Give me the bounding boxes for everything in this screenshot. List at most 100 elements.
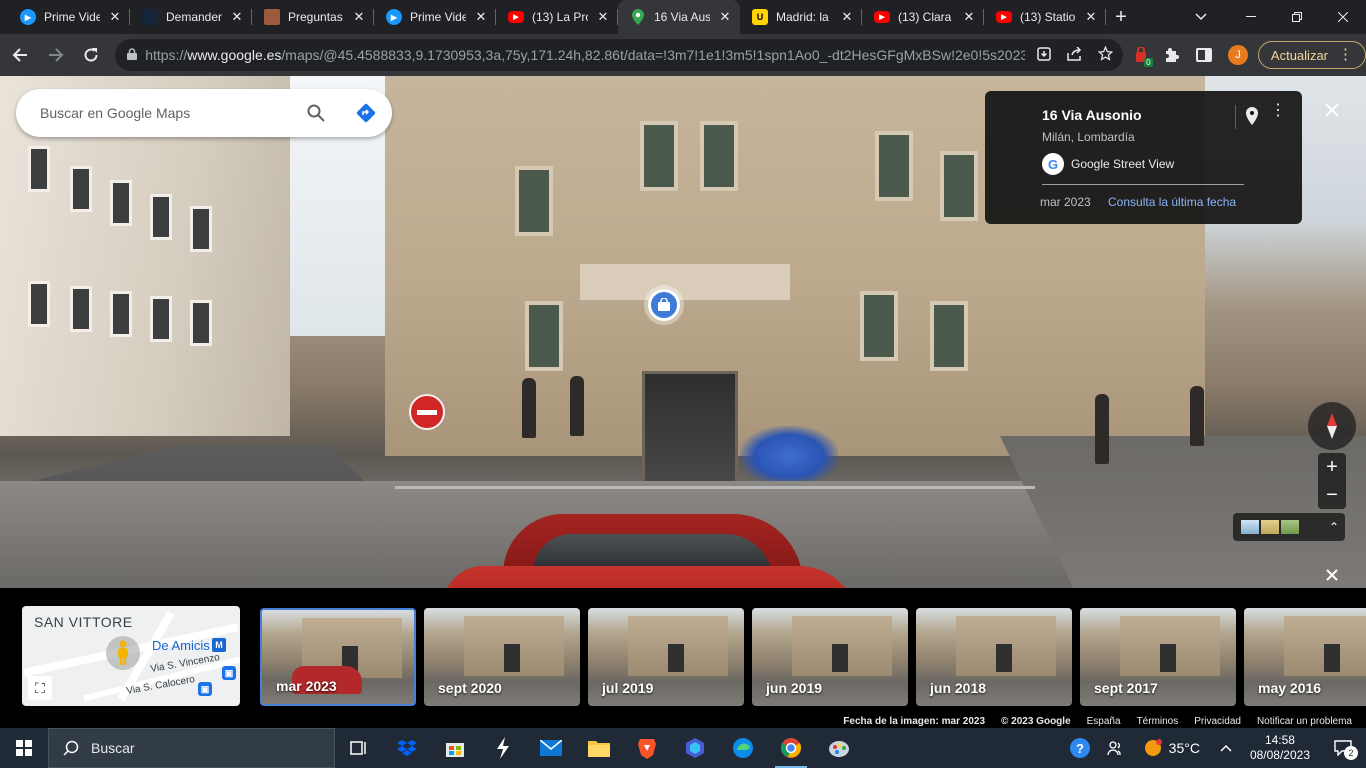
bolt-app[interactable] [479, 728, 527, 768]
timeline-date-label: sept 2020 [438, 680, 502, 696]
close-tab-icon[interactable]: ✕ [962, 9, 976, 25]
help-tray-item[interactable]: ? [1061, 728, 1099, 768]
pegman-icon[interactable] [106, 636, 140, 670]
taskbar-search-box[interactable]: Buscar [48, 728, 335, 768]
browser-tab[interactable]: Preguntas ✕ [252, 0, 374, 34]
side-panel-button[interactable] [1190, 41, 1218, 69]
extensions-menu-button[interactable] [1159, 41, 1187, 69]
timeline-thumbnail[interactable]: jun 2018 [916, 608, 1072, 706]
close-tab-icon[interactable]: ✕ [108, 9, 122, 25]
close-icon [1326, 569, 1338, 581]
close-street-view-button[interactable] [1318, 96, 1346, 124]
directions-button[interactable] [346, 93, 386, 133]
address-bar[interactable]: https://www.google.es/maps/@45.4588833,9… [115, 39, 1123, 71]
street-view-panorama[interactable]: 16 Via Ausonio Milán, Lombardía ⋮ G Goog… [0, 76, 1366, 588]
browser-toolbar: https://www.google.es/maps/@45.4588833,9… [0, 34, 1366, 76]
timeline-thumbnail[interactable]: jun 2019 [752, 608, 908, 706]
people-tray-item[interactable] [1099, 728, 1131, 768]
browser-tab[interactable]: 16 Via Ausonio ✕ [618, 0, 740, 34]
windows-logo-icon [16, 740, 32, 756]
reload-button[interactable] [75, 39, 107, 71]
dropbox-app[interactable] [383, 728, 431, 768]
chrome-app[interactable] [767, 728, 815, 768]
minimize-button[interactable] [1228, 0, 1274, 34]
zoom-out-button[interactable]: − [1326, 484, 1338, 507]
close-timeline-button[interactable] [1320, 563, 1344, 587]
show-hidden-icons-button[interactable] [1212, 728, 1240, 768]
brave-app[interactable] [623, 728, 671, 768]
timeline-thumbnail[interactable]: sept 2017 [1080, 608, 1236, 706]
close-tab-icon[interactable]: ✕ [840, 9, 854, 25]
search-button[interactable] [296, 93, 336, 133]
extension-button[interactable]: 0 [1127, 41, 1155, 69]
bus-stop-icon: ▣ [222, 666, 236, 680]
update-browser-button[interactable]: Actualizar ⋮ [1257, 41, 1366, 69]
file-explorer-app[interactable] [575, 728, 623, 768]
tab-title: Demanderos [166, 10, 222, 24]
timeline-thumbnail[interactable]: may 2016 [1244, 608, 1366, 706]
close-tab-icon[interactable]: ✕ [596, 9, 610, 25]
area-label: SAN VITTORE [34, 614, 133, 630]
country-link[interactable]: España [1087, 716, 1121, 727]
paint-app[interactable] [815, 728, 863, 768]
close-tab-icon[interactable]: ✕ [474, 9, 488, 25]
building-window [940, 151, 978, 221]
expand-map-icon[interactable]: ⛶ [28, 676, 52, 700]
arrow-right-icon [48, 48, 64, 62]
profile-avatar[interactable]: J [1228, 45, 1248, 65]
more-options-icon[interactable]: ⋮ [1270, 103, 1286, 119]
task-view-button[interactable] [335, 728, 383, 768]
close-tab-icon[interactable]: ✕ [1084, 9, 1098, 25]
mail-app[interactable] [527, 728, 575, 768]
bookmark-star-icon[interactable] [1097, 45, 1114, 64]
browser-tab[interactable]: ▶ Prime Video ✕ [8, 0, 130, 34]
compass-button[interactable] [1308, 402, 1356, 450]
mini-map[interactable]: SAN VITTORE De Amicis M Via S. Vincenzo … [22, 606, 240, 706]
zoom-in-button[interactable]: + [1326, 456, 1338, 479]
layer-swatch-sky[interactable] [1241, 520, 1259, 534]
timeline-date-label: jun 2018 [930, 680, 987, 696]
timeline-thumbnail[interactable]: sept 2020 [424, 608, 580, 706]
layer-swatch-green[interactable] [1281, 520, 1299, 534]
reload-icon [84, 48, 98, 62]
start-button[interactable] [0, 728, 48, 768]
latest-date-link[interactable]: Consulta la última fecha [1108, 195, 1236, 209]
browser-tab[interactable]: ▶ (13) Clara I ✕ [862, 0, 984, 34]
close-window-button[interactable] [1320, 0, 1366, 34]
browser-tab[interactable]: ▶ Prime Video ✕ [374, 0, 496, 34]
report-problem-link[interactable]: Notificar un problema [1257, 716, 1352, 727]
edge-app[interactable] [719, 728, 767, 768]
layer-swatch-sand[interactable] [1261, 520, 1279, 534]
browser-tab[interactable]: Demanderos ✕ [130, 0, 252, 34]
new-tab-button[interactable]: + [1106, 0, 1136, 34]
browser-tab[interactable]: ▶ (13) Station ✕ [984, 0, 1106, 34]
timeline-thumbnail[interactable]: jul 2019 [588, 608, 744, 706]
imagery-layers-bar[interactable]: ⌃ [1233, 513, 1345, 541]
copilot-app[interactable] [671, 728, 719, 768]
browser-tab[interactable]: U Madrid: la ✕ [740, 0, 862, 34]
expand-up-icon[interactable]: ⌃ [1329, 520, 1339, 534]
clock[interactable]: 14:58 08/08/2023 [1240, 733, 1320, 763]
share-icon[interactable] [1067, 45, 1082, 64]
forward-button[interactable] [40, 39, 72, 71]
install-app-icon[interactable] [1037, 46, 1051, 64]
close-tab-icon[interactable]: ✕ [352, 9, 366, 25]
timeline-thumbnail[interactable]: mar 2023 [260, 608, 416, 706]
balcony [580, 264, 790, 306]
map-pin-icon[interactable] [1245, 107, 1261, 127]
close-tab-icon[interactable]: ✕ [230, 9, 244, 25]
weather-widget[interactable]: 35°C [1131, 728, 1212, 768]
shopping-bag-icon[interactable] [648, 289, 680, 321]
close-tab-icon[interactable]: ✕ [718, 9, 732, 25]
store-app[interactable] [431, 728, 479, 768]
browser-tab[interactable]: ▶ (13) La Pro ✕ [496, 0, 618, 34]
tab-search-button[interactable] [1186, 0, 1216, 34]
privacy-link[interactable]: Privacidad [1194, 716, 1241, 727]
svg-text:?: ? [1076, 741, 1084, 756]
search-input[interactable] [40, 105, 296, 121]
terms-link[interactable]: Términos [1137, 716, 1179, 727]
back-button[interactable] [4, 39, 36, 71]
prime-video-icon: ▶ [386, 9, 402, 25]
notification-center-button[interactable]: 2 [1320, 728, 1366, 768]
restore-button[interactable] [1274, 0, 1320, 34]
